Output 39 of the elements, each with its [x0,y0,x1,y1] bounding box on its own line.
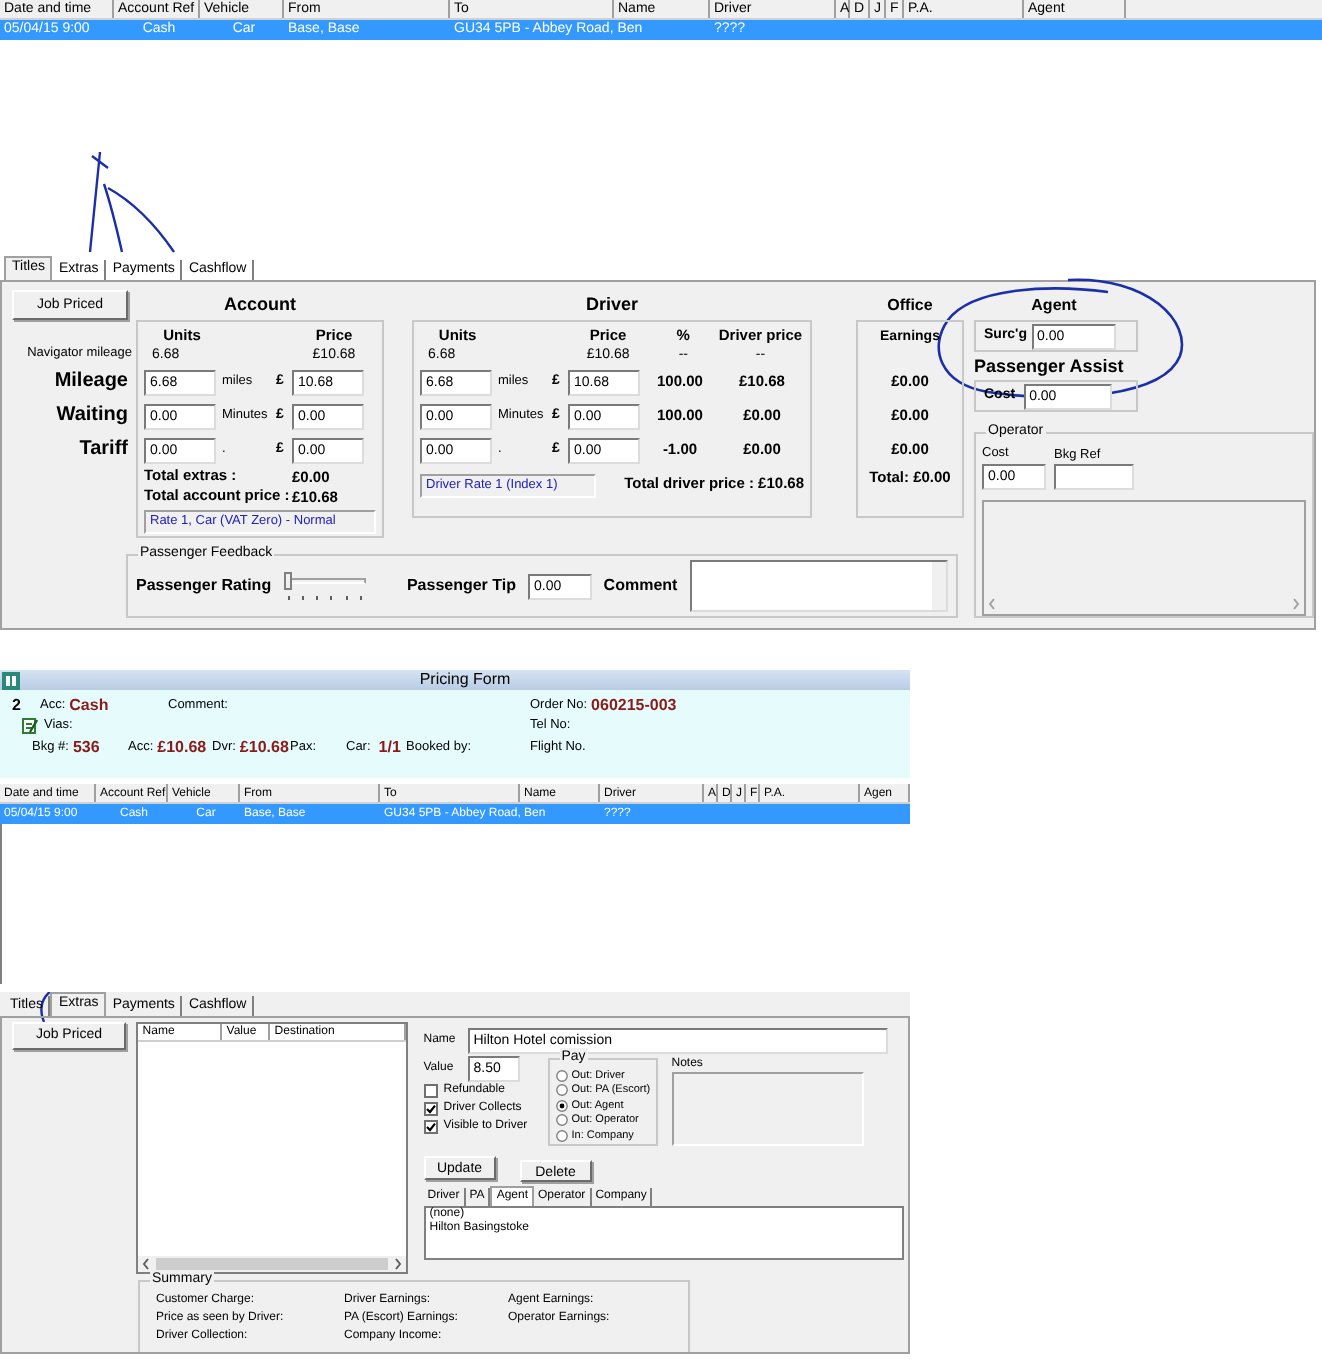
section-heading: Driver [585,294,638,314]
rating-slider[interactable] [283,572,366,600]
section-heading: Agent [1031,296,1077,314]
list-box[interactable] [982,500,1306,616]
booking-number: 536 [72,738,100,758]
field-label: Comment [603,576,678,596]
section-heading: Office [887,296,933,314]
price-value: £10.68 [239,738,289,758]
checked-checkbox[interactable] [423,1101,438,1115]
bkg-ref-field[interactable] [1054,464,1134,490]
checked-checkbox[interactable] [423,1119,438,1133]
notes-field[interactable] [671,1072,864,1146]
notepad-icon [22,718,38,734]
radio-button[interactable] [555,1114,568,1127]
field-label: Passenger Rating [136,576,272,596]
booking-count: 2 [12,696,21,715]
radio-button[interactable] [555,1099,568,1112]
section-heading: Passenger Assist [974,356,1124,376]
checkbox[interactable] [423,1083,438,1097]
row-label: Mileage [54,370,128,392]
horizontal-scrollbar[interactable] [138,1256,406,1272]
order-number: 060215-003 [591,696,677,716]
scroll-left-icon[interactable] [142,1258,151,1270]
slider-thumb[interactable] [283,572,292,590]
comment-field[interactable] [689,560,948,612]
scroll-right-icon[interactable] [393,1258,402,1270]
car-count: 1/1 [378,738,401,758]
price-value: £10.68 [157,738,207,758]
radio-button[interactable] [555,1084,568,1097]
row-label: Waiting [56,404,128,426]
section-heading: Account [224,294,296,314]
scroll-right-icon[interactable] [1292,598,1300,610]
radio-button[interactable] [555,1069,568,1082]
radio-button[interactable] [555,1129,568,1142]
scroll-left-icon[interactable] [988,598,996,610]
field-label: Passenger Tip [406,576,516,596]
window-title: Pricing Form [419,669,511,688]
account-value: Cash [69,696,109,716]
row-label: Tariff [79,438,128,460]
